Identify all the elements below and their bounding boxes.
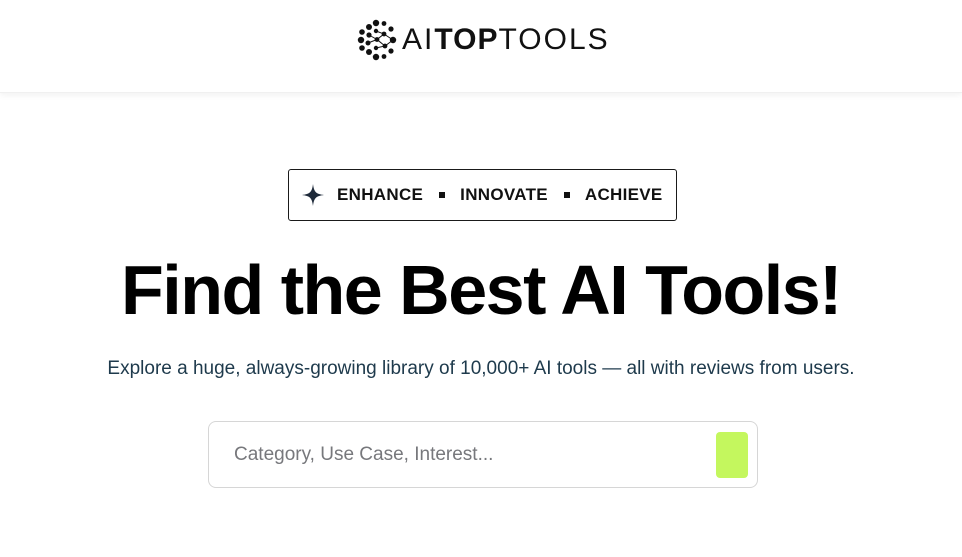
logo-wordmark: AI TOP TOOLS	[402, 25, 610, 55]
search-bar	[208, 421, 758, 488]
tagline-word-enhance: ENHANCE	[337, 185, 424, 204]
search-button[interactable]	[716, 432, 748, 478]
tagline-word-innovate: INNOVATE	[460, 185, 548, 204]
hero-subtitle: Explore a huge, always-growing library o…	[107, 358, 855, 379]
logo-text-top: TOP	[434, 23, 499, 56]
tagline-separator	[563, 192, 570, 198]
sparkle-icon	[302, 184, 324, 206]
logo-text-ai: AI	[402, 23, 435, 56]
logo-text-tools: TOOLS	[498, 23, 610, 56]
site-header: AI TOP TOOLS	[0, 0, 962, 93]
tagline-word-achieve: ACHIEVE	[584, 185, 663, 204]
logo-dots-icon	[357, 19, 397, 61]
site-logo[interactable]: AI TOP TOOLS	[357, 19, 610, 61]
hero-title: Find the Best AI Tools!	[121, 251, 842, 329]
tagline-separator	[439, 192, 446, 198]
tagline-badge: ENHANCE INNOVATE ACHIEVE	[288, 169, 677, 221]
search-input[interactable]	[210, 423, 705, 486]
